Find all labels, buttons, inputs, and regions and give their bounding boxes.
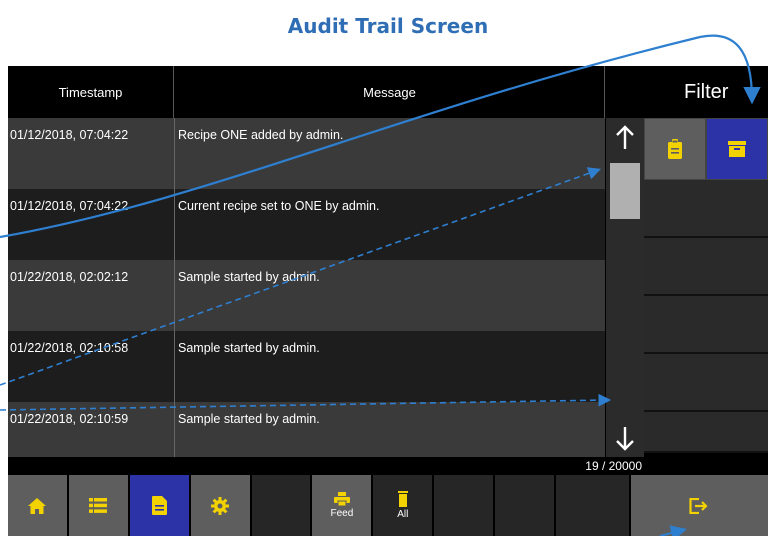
bottom-nav: Feed All <box>8 475 769 536</box>
all-label: All <box>397 509 409 520</box>
timestamp-cell: 01/22/2018, 02:10:58 <box>8 331 175 402</box>
list-button[interactable] <box>68 475 130 536</box>
message-cell: Recipe ONE added by admin. <box>178 128 344 142</box>
message-cell: Current recipe set to ONE by admin. <box>178 199 380 213</box>
filter-slot[interactable] <box>644 412 768 453</box>
message-cell: Sample started by admin. <box>178 341 320 355</box>
filter-archive-button[interactable] <box>706 118 768 180</box>
scroll-header-spacer <box>605 66 643 118</box>
feed-button[interactable]: Feed <box>312 475 374 536</box>
archive-box-icon <box>728 141 746 157</box>
scrollbar[interactable] <box>606 118 644 457</box>
filter-clipboard-button[interactable] <box>644 118 706 180</box>
feed-label: Feed <box>330 508 354 519</box>
nav-empty-slot[interactable] <box>434 475 496 536</box>
filter-slot[interactable] <box>644 238 768 296</box>
logout-icon <box>689 497 708 514</box>
settings-button[interactable] <box>190 475 252 536</box>
filter-slot[interactable] <box>644 296 768 354</box>
home-button[interactable] <box>8 475 69 536</box>
list-icon <box>89 498 108 513</box>
trash-icon <box>397 491 408 507</box>
filter-panel <box>644 118 768 453</box>
record-counter: 19 / 20000 <box>8 457 644 475</box>
delete-all-button[interactable]: All <box>373 475 435 536</box>
timestamp-cell: 01/22/2018, 02:02:12 <box>8 260 175 331</box>
table-row[interactable]: 01/22/2018, 02:10:58 Sample started by a… <box>8 331 605 402</box>
timestamp-cell: 01/12/2018, 07:04:22 <box>8 118 175 189</box>
logout-button[interactable] <box>630 475 769 536</box>
arrow-down-icon[interactable] <box>606 424 644 452</box>
table-row[interactable]: 01/12/2018, 07:04:22 Current recipe set … <box>8 189 605 260</box>
scroll-thumb[interactable] <box>610 163 640 219</box>
table-row[interactable]: 01/12/2018, 07:04:22 Recipe ONE added by… <box>8 118 605 189</box>
nav-empty-slot[interactable] <box>251 475 313 536</box>
arrow-up-icon[interactable] <box>606 124 644 152</box>
message-cell: Sample started by admin. <box>178 270 320 284</box>
printer-icon <box>333 492 350 506</box>
nav-empty-slot[interactable] <box>556 475 631 536</box>
audit-trail-screen: Timestamp Message Filter 01/12/2018, 07:… <box>8 66 769 536</box>
filter-slot[interactable] <box>644 180 768 238</box>
nav-empty-slot[interactable] <box>495 475 557 536</box>
audit-trail-button[interactable] <box>129 475 191 536</box>
document-icon <box>151 496 167 515</box>
clipboard-icon <box>668 139 682 159</box>
page-title: Audit Trail Screen <box>287 14 489 38</box>
table-row[interactable]: 01/22/2018, 02:02:12 Sample started by a… <box>8 260 605 331</box>
filter-label: Filter <box>644 66 768 118</box>
audit-table: 01/12/2018, 07:04:22 Recipe ONE added by… <box>8 118 605 473</box>
timestamp-cell: 01/12/2018, 07:04:22 <box>8 189 175 260</box>
gear-icon <box>211 496 230 515</box>
column-header-message[interactable]: Message <box>175 66 605 118</box>
column-header-timestamp[interactable]: Timestamp <box>8 66 174 118</box>
filter-slot[interactable] <box>644 354 768 412</box>
home-icon <box>28 497 47 514</box>
